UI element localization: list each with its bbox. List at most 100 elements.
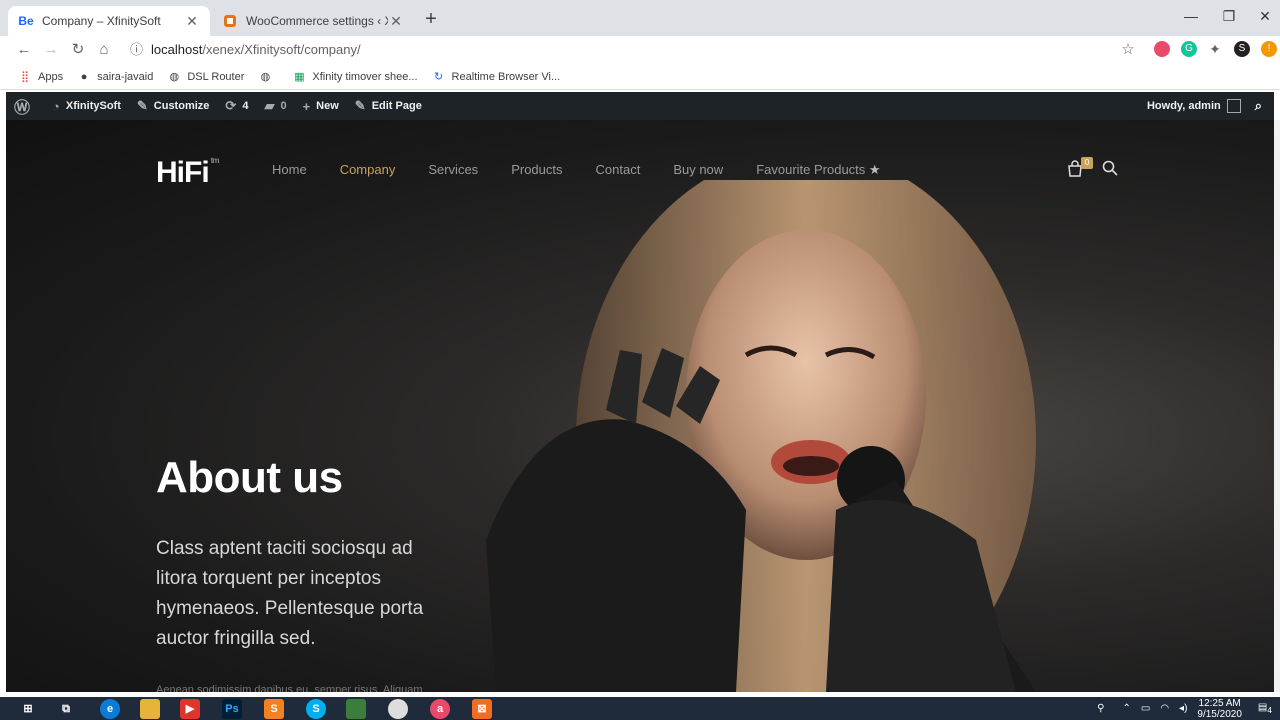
anydesk-icon[interactable]: ▶ bbox=[180, 699, 200, 719]
battery-icon[interactable]: ▭ bbox=[1141, 703, 1150, 714]
volume-icon[interactable]: ◂) bbox=[1179, 703, 1187, 714]
bookmark-globe[interactable]: ◍ bbox=[258, 70, 278, 84]
app-icon[interactable]: a bbox=[430, 699, 450, 719]
globe-icon: ◍ bbox=[260, 71, 271, 83]
app-icon[interactable] bbox=[346, 699, 366, 719]
bookmark-realtime-browser[interactable]: ↻ Realtime Browser Vi... bbox=[432, 70, 561, 84]
xampp-icon[interactable]: ⊠ bbox=[472, 699, 492, 719]
nav-favourite-products[interactable]: Favourite Products ★ bbox=[756, 162, 880, 178]
user-avatar-icon[interactable] bbox=[1226, 99, 1241, 113]
woocommerce-favicon-icon bbox=[222, 13, 238, 29]
chevron-up-icon[interactable]: ⌃ bbox=[1122, 703, 1130, 714]
refresh-icon: ↻ bbox=[433, 71, 444, 83]
globe-icon: ◍ bbox=[169, 71, 180, 83]
minimize-icon[interactable]: — bbox=[1176, 8, 1206, 24]
tab-title: Company – XfinitySoft bbox=[42, 14, 161, 28]
file-explorer-icon[interactable] bbox=[140, 699, 160, 719]
nav-home[interactable]: Home bbox=[272, 162, 307, 178]
photoshop-icon[interactable]: Ps bbox=[222, 699, 242, 719]
bookmark-apps[interactable]: ⣿ Apps bbox=[18, 70, 63, 84]
singer-hero-image bbox=[486, 180, 1036, 692]
site-info-icon[interactable]: ⓘ bbox=[130, 42, 143, 57]
profile-avatar[interactable]: S bbox=[1234, 41, 1250, 57]
maximize-icon[interactable]: ❐ bbox=[1214, 8, 1244, 25]
hero-lead-text: Class aptent taciti sociosqu ad litora t… bbox=[156, 538, 424, 649]
windows-taskbar: ⊞ ⧉ e ▶ Ps S S a ⊠ ⚲ ⌃ ▭ ◠ ◂) 12:25 AM 9… bbox=[0, 697, 1280, 720]
close-window-icon[interactable]: ✕ bbox=[1250, 8, 1280, 25]
nav-services[interactable]: Services bbox=[428, 162, 478, 178]
bookmark-dsl-router[interactable]: ◍ DSL Router bbox=[167, 70, 245, 84]
cart-icon[interactable]: 0 bbox=[1066, 157, 1093, 180]
wordpress-logo-icon[interactable]: Ⓦ bbox=[14, 94, 36, 118]
nav-company[interactable]: Company bbox=[340, 162, 396, 178]
pencil-icon: ✎ bbox=[354, 98, 366, 113]
page-title: About us bbox=[156, 453, 343, 502]
notifications-icon[interactable]: ▤4 bbox=[1258, 702, 1272, 715]
admin-search-icon[interactable]: ⌕ bbox=[1255, 98, 1262, 114]
howdy-user[interactable]: Howdy, admin bbox=[1147, 100, 1221, 112]
bookmark-star-icon[interactable]: ☆ bbox=[1118, 40, 1138, 60]
sublime-icon[interactable]: S bbox=[264, 699, 284, 719]
new-label: New bbox=[316, 100, 339, 112]
edge-icon[interactable]: e bbox=[100, 699, 120, 719]
people-icon[interactable]: ⚲ bbox=[1097, 703, 1104, 714]
edit-page-link[interactable]: ✎ Edit Page bbox=[355, 98, 422, 114]
extensions-puzzle-icon[interactable]: ✦ bbox=[1207, 41, 1223, 57]
comments-link[interactable]: ▰ 0 bbox=[264, 98, 286, 114]
hero-small-text: Aenean sodimissim dapibus eu, semper ris… bbox=[156, 684, 423, 692]
dashboard-icon: ◔ bbox=[52, 98, 60, 114]
clock-time: 12:25 AM bbox=[1198, 697, 1241, 709]
brush-icon: ✎ bbox=[136, 98, 148, 113]
bookmark-label: Xfinity timover shee... bbox=[312, 70, 418, 83]
scrollbar-track[interactable] bbox=[1274, 120, 1280, 692]
skype-icon[interactable]: S bbox=[306, 699, 326, 719]
hero-section: HiFi tm Home Company Services Products Co… bbox=[6, 120, 1274, 692]
bookmark-label: Realtime Browser Vi... bbox=[451, 70, 561, 83]
updates-link[interactable]: ⟳ 4 bbox=[225, 98, 248, 114]
bookmark-xfinity-sheet[interactable]: ▦ Xfinity timover shee... bbox=[292, 70, 417, 84]
back-icon[interactable]: ← bbox=[14, 40, 34, 60]
nav-buy-now[interactable]: Buy now bbox=[673, 162, 723, 178]
header-search-icon[interactable] bbox=[1102, 160, 1118, 181]
grammarly-icon[interactable]: G bbox=[1181, 41, 1197, 57]
extension-icon[interactable] bbox=[1154, 41, 1170, 57]
forward-icon[interactable]: → bbox=[41, 40, 61, 60]
bookmark-github[interactable]: ● saira-javaid bbox=[77, 70, 154, 84]
comment-icon: ▰ bbox=[264, 98, 275, 113]
site-name: XfinitySoft bbox=[65, 100, 121, 112]
close-tab-icon[interactable]: ✕ bbox=[184, 13, 200, 30]
comments-count: 0 bbox=[280, 100, 287, 112]
windows-start-icon[interactable]: ⊞ bbox=[18, 699, 38, 719]
url-host: localhost bbox=[151, 42, 203, 57]
logo-text: HiFi bbox=[156, 156, 210, 189]
tab-company[interactable]: Be Company – XfinitySoft ✕ bbox=[8, 6, 210, 36]
url-path: /xenex/Xfinitysoft/company/ bbox=[202, 42, 361, 57]
reload-icon[interactable]: ↻ bbox=[68, 40, 88, 60]
nav-contact[interactable]: Contact bbox=[596, 162, 641, 178]
chrome-icon[interactable] bbox=[388, 699, 408, 719]
notification-count: 4 bbox=[1267, 705, 1272, 715]
bookmarks-bar: ⣿ Apps ● saira-javaid ◍ DSL Router ◍ ▦ Xfini… bbox=[0, 64, 1280, 90]
new-content-link[interactable]: + New bbox=[303, 99, 339, 114]
clock-date: 9/15/2020 bbox=[1197, 708, 1242, 720]
tab-title: WooCommerce settings ‹ XfinityS bbox=[246, 14, 388, 28]
wifi-icon[interactable]: ◠ bbox=[1160, 703, 1169, 714]
task-view-icon[interactable]: ⧉ bbox=[56, 699, 76, 719]
home-icon[interactable]: ⌂ bbox=[94, 40, 114, 60]
browser-toolbar: ← → ↻ ⌂ ⓘ localhost/xenex/Xfinitysoft/com… bbox=[0, 36, 1280, 64]
new-tab-button[interactable]: + bbox=[420, 9, 442, 31]
updates-icon: ⟳ bbox=[225, 98, 237, 113]
customize-link[interactable]: ✎ Customize bbox=[137, 98, 210, 114]
nav-products[interactable]: Products bbox=[511, 162, 562, 178]
wp-admin-bar: Ⓦ ◔ XfinitySoft ✎ Customize ⟳ 4 ▰ 0 + New ✎ Ed… bbox=[6, 92, 1274, 120]
main-navigation: Home Company Services Products Contact B… bbox=[272, 162, 914, 178]
clock[interactable]: 12:25 AM 9/15/2020 bbox=[1197, 698, 1242, 720]
address-bar[interactable]: ⓘ localhost/xenex/Xfinitysoft/company/ bbox=[130, 40, 361, 60]
update-alert-icon[interactable]: ! bbox=[1261, 41, 1277, 57]
site-logo[interactable]: HiFi tm bbox=[156, 156, 219, 190]
site-name-link[interactable]: ◔ XfinitySoft bbox=[52, 99, 121, 114]
tab-woocommerce-settings[interactable]: WooCommerce settings ‹ XfinityS ✕ bbox=[212, 6, 414, 36]
behance-favicon-icon: Be bbox=[18, 14, 34, 28]
close-tab-icon[interactable]: ✕ bbox=[388, 13, 404, 30]
cart-count-badge: 0 bbox=[1081, 157, 1093, 169]
